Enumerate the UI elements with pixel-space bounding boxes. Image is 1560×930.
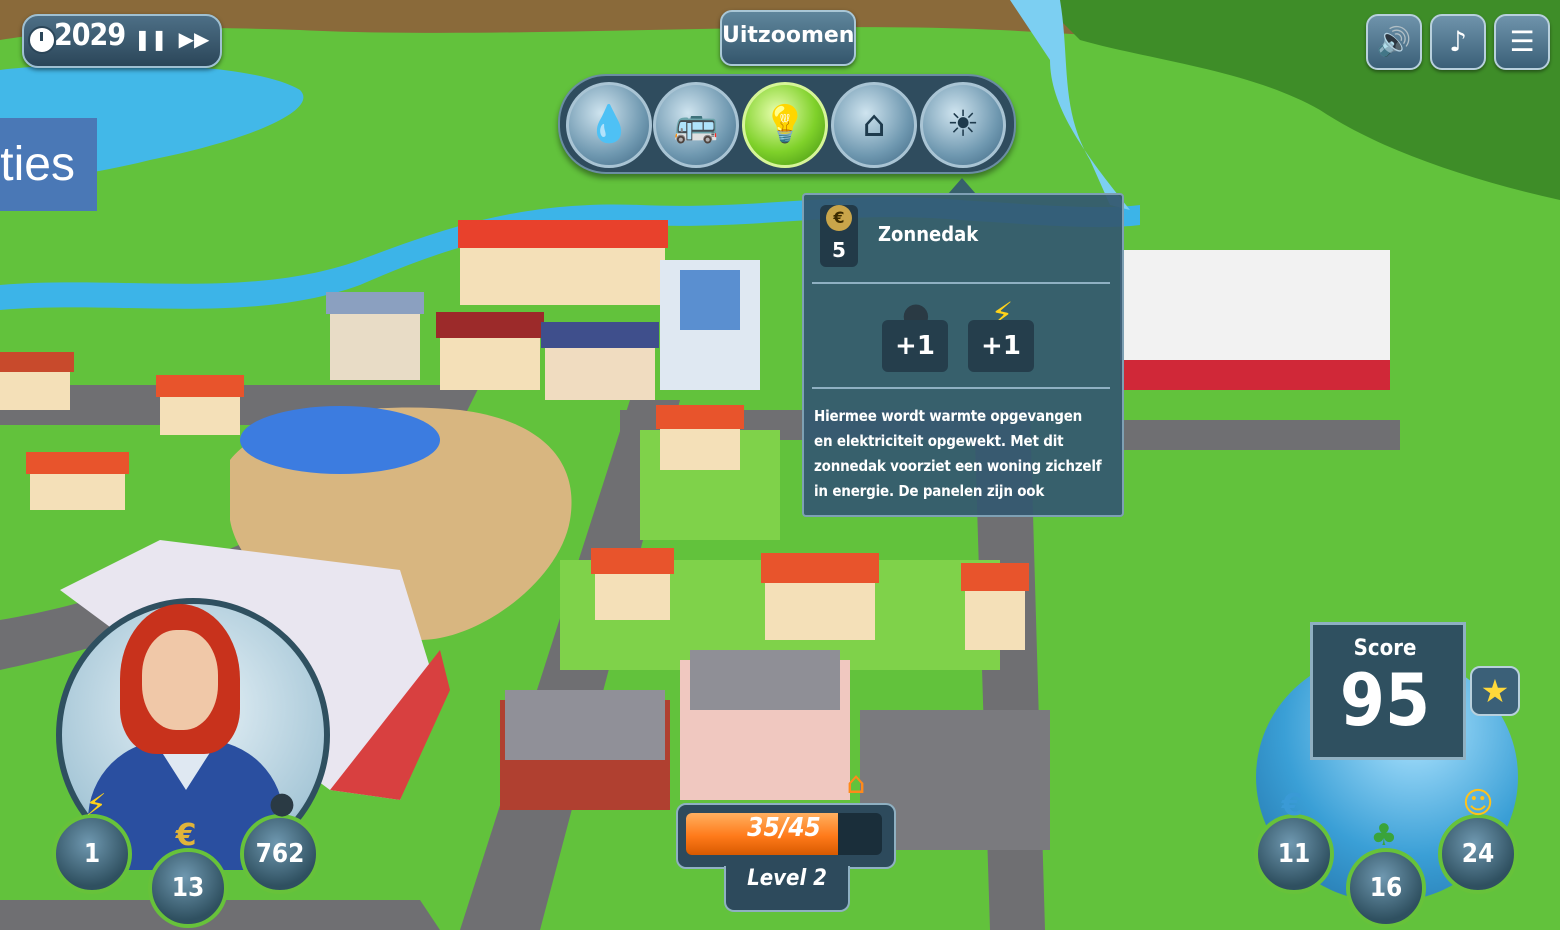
category-solar-button[interactable]: ☀ (920, 82, 1006, 168)
tooltip-arrow (948, 178, 976, 194)
solar-roof-icon: ☀ (946, 104, 980, 145)
home-arrow-icon[interactable]: ⌂ (838, 766, 874, 802)
avatar-face (142, 630, 218, 730)
level-label: Level 2 (724, 866, 850, 912)
stat-happiness: 24 (1438, 814, 1518, 894)
side-label: ties (0, 118, 97, 211)
star-button[interactable]: ★ (1470, 666, 1520, 716)
water-tank-icon: 💧 (586, 104, 632, 145)
smiley-icon: ☺ (1462, 786, 1494, 821)
current-year: 2029 (54, 18, 126, 53)
pause-button[interactable]: ❚❚ (134, 23, 168, 55)
item-description: Hiermee wordt warmte opgevangen en elekt… (814, 404, 1118, 504)
house-icon: ⌂ (862, 104, 886, 145)
tree-icon: ♣ (1370, 818, 1398, 853)
effect-energy-value: +1 (968, 320, 1034, 372)
star-icon: ★ (1480, 672, 1510, 710)
euro-icon: € (1281, 788, 1303, 823)
music-button[interactable]: ♪ (1430, 14, 1486, 70)
fast-forward-icon: ▶▶ (178, 27, 210, 51)
lightbulb-icon: 💡 (762, 104, 808, 145)
stat-money: 13 (148, 848, 228, 928)
tooltip-divider (812, 282, 1110, 284)
pause-icon: ❚❚ (134, 27, 168, 51)
category-transport-button[interactable]: 🚌 (653, 82, 739, 168)
stat-energy: 1 (52, 814, 132, 894)
bus-icon: 🚌 (673, 104, 719, 145)
category-energy-button[interactable]: 💡 (742, 82, 828, 168)
lightning-icon: ⚡ (85, 788, 107, 823)
description-line: en elektriciteit opgewekt. Met dit (814, 432, 1064, 450)
fast-forward-button[interactable]: ▶▶ (178, 23, 210, 55)
stat-oil: 762 (240, 814, 320, 894)
effect-oil-value: +1 (882, 320, 948, 372)
money-bag-icon: € (826, 205, 852, 231)
speaker-icon: 🔊 (1376, 25, 1412, 58)
money-bag-icon: € (175, 818, 197, 853)
stat-environment: 16 (1346, 848, 1426, 928)
sound-button[interactable]: 🔊 (1366, 14, 1422, 70)
oil-drop-icon: ● (268, 786, 296, 821)
stat-economy: 11 (1254, 814, 1334, 894)
category-housing-button[interactable]: ⌂ (831, 82, 917, 168)
zoom-out-button[interactable]: Uitzoomen (720, 10, 856, 66)
description-line: Hiermee wordt warmte opgevangen (814, 407, 1083, 425)
clock-icon (28, 26, 56, 54)
tooltip-divider-2 (812, 387, 1110, 389)
score-value: 95 (1339, 658, 1431, 742)
item-title: Zonnedak (878, 222, 979, 246)
menu-list-icon: ☰ (1509, 25, 1535, 58)
category-water-button[interactable]: 💧 (566, 82, 652, 168)
description-line: in energie. De panelen zijn ook (814, 482, 1045, 500)
level-progress-text: 35/45 (747, 813, 821, 843)
item-cost: 5 (832, 238, 846, 262)
description-line: zonnedak voorziet een woning zichzelf (814, 457, 1102, 475)
menu-button[interactable]: ☰ (1494, 14, 1550, 70)
music-note-icon: ♪ (1449, 25, 1467, 58)
